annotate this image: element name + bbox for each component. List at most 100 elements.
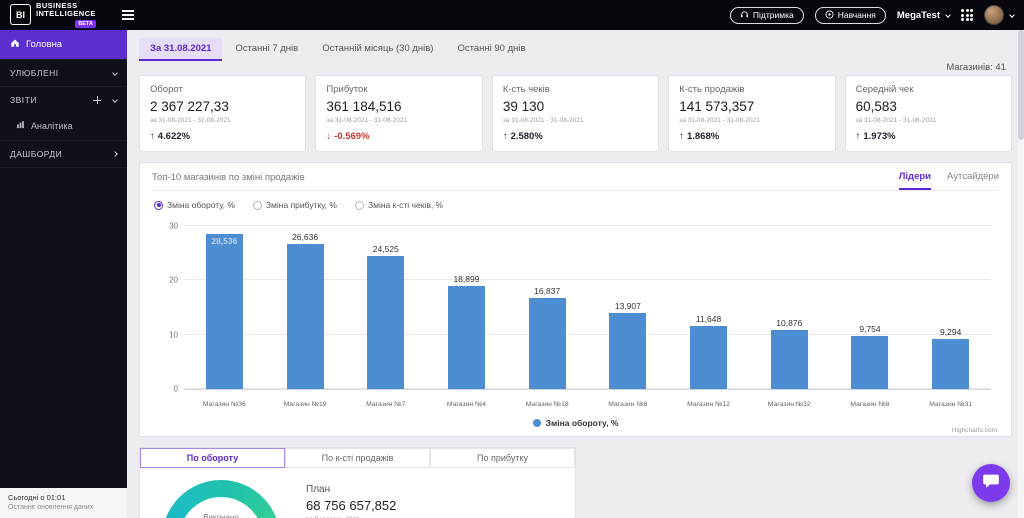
category-label: Магазин №31 xyxy=(910,401,991,408)
date-filter-tab-0[interactable]: За 31.08.2021 xyxy=(139,38,222,61)
category-label: Магазин №12 xyxy=(668,401,749,408)
radio-label: Зміна прибутку, % xyxy=(266,200,337,210)
chevron-down-icon xyxy=(1009,12,1015,18)
logo-line2: INTELLIGENCE xyxy=(36,10,96,18)
bar-0[interactable] xyxy=(206,234,243,389)
sidebar-item-analytics[interactable]: Аналітика xyxy=(0,113,127,141)
apps-grid-icon[interactable] xyxy=(961,9,973,21)
category-label: Магазин №32 xyxy=(749,401,830,408)
plan-tab-0[interactable]: По обороту xyxy=(140,448,285,468)
date-filter-tab-3[interactable]: Останні 90 днів xyxy=(446,38,536,61)
sidebar-item-favorites[interactable]: УЛЮБЛЕНІ xyxy=(0,60,127,87)
sidebar-item-home[interactable]: Головна xyxy=(0,30,127,60)
chevron-down-icon xyxy=(112,97,118,103)
tab-outsiders[interactable]: Аутсайдери xyxy=(947,171,999,190)
kpi-card-2: К-сть чеків39 130за 31-08-2021 - 31-08-2… xyxy=(492,75,659,152)
support-label: Підтримка xyxy=(753,10,794,20)
bar-slot: 18,899 xyxy=(426,226,507,389)
chat-button[interactable] xyxy=(972,464,1010,502)
radio-label: Зміна обороту, % xyxy=(167,200,235,210)
sidebar-item-reports[interactable]: ЗВІТИ xyxy=(0,87,127,113)
bar-value-label: 9,754 xyxy=(859,324,880,334)
hamburger-icon[interactable] xyxy=(122,10,134,20)
radio-icon xyxy=(154,201,163,210)
chevron-down-icon xyxy=(945,12,951,18)
trend-up-icon: ↑ xyxy=(856,131,861,142)
bar-slot: 9,754 xyxy=(830,226,911,389)
kpi-delta-value: 2.580% xyxy=(511,131,543,142)
kpi-period: за 31-08-2021 - 31-08-2021 xyxy=(679,117,824,124)
plan-card: По оборотуПо к-сті продажівПо прибутку В… xyxy=(139,447,576,518)
kpi-delta: ↑4.622% xyxy=(150,131,295,142)
kpi-delta: ↑1.868% xyxy=(679,131,824,142)
kpi-value: 361 184,516 xyxy=(326,99,471,114)
bar-6[interactable] xyxy=(690,326,727,389)
category-label: Магазин №18 xyxy=(507,401,588,408)
chevron-down-icon xyxy=(112,70,118,76)
analytics-icon xyxy=(16,120,25,131)
support-icon xyxy=(740,10,749,21)
profile-menu[interactable] xyxy=(984,5,1014,25)
sidebar: Головна УЛЮБЛЕНІ ЗВІТИ Аналітика ДАШБОРД… xyxy=(0,30,127,518)
bar-slot: 9,294 xyxy=(910,226,991,389)
radio-icon xyxy=(253,201,262,210)
tab-leaders[interactable]: Лідери xyxy=(899,171,931,190)
plan-donut-chart: Виконано xyxy=(162,480,280,518)
sidebar-item-dashboards[interactable]: ДАШБОРДИ xyxy=(0,141,127,168)
bar-chart: 28,53626,63624,52518,89916,83713,90711,6… xyxy=(152,214,999,434)
sidebar-item-label: Аналітика xyxy=(31,121,73,131)
bar-7[interactable] xyxy=(771,330,808,389)
chat-icon xyxy=(982,472,1000,495)
chart-legend[interactable]: Зміна обороту, % xyxy=(152,418,999,428)
bar-3[interactable] xyxy=(448,286,485,389)
plot-area: 28,53626,63624,52518,89916,83713,90711,6… xyxy=(184,226,991,390)
bar-slot: 13,907 xyxy=(588,226,669,389)
bars: 28,53626,63624,52518,89916,83713,90711,6… xyxy=(184,226,991,389)
bar-8[interactable] xyxy=(851,336,888,389)
chart-tabs: Лідери Аутсайдери xyxy=(899,171,999,190)
sidebar-item-label: Головна xyxy=(26,39,117,50)
metric-radio-1[interactable]: Зміна прибутку, % xyxy=(253,200,337,210)
training-button[interactable]: Навчання xyxy=(815,7,886,24)
kpi-title: К-сть продажів xyxy=(679,84,824,95)
date-filter-tab-2[interactable]: Останній місяць (30 днів) xyxy=(311,38,444,61)
category-labels: Магазин №36Магазин №19Магазин №7Магазин … xyxy=(184,401,991,408)
kpi-delta-value: -0.569% xyxy=(334,131,369,142)
bar-5[interactable] xyxy=(609,313,646,389)
bar-9[interactable] xyxy=(932,339,969,389)
kpi-value: 60,583 xyxy=(856,99,1001,114)
date-filter-tab-1[interactable]: Останні 7 днів xyxy=(224,38,309,61)
account-menu[interactable]: MegaTest xyxy=(897,10,950,21)
plan-tab-2[interactable]: По прибутку xyxy=(430,448,575,468)
bar-1[interactable] xyxy=(287,244,324,389)
bar-slot: 28,536 xyxy=(184,226,265,389)
highcharts-credit[interactable]: Highcharts.com xyxy=(952,427,997,434)
support-button[interactable]: Підтримка xyxy=(730,7,804,24)
metric-radio-2[interactable]: Зміна к-сті чеків, % xyxy=(355,200,443,210)
kpi-value: 141 573,357 xyxy=(679,99,824,114)
plan-tab-1[interactable]: По к-сті продажів xyxy=(285,448,430,468)
category-label: Магазин №36 xyxy=(184,401,265,408)
metric-radio-0[interactable]: Зміна обороту, % xyxy=(154,200,235,210)
category-label: Магазин №19 xyxy=(265,401,346,408)
kpi-title: К-сть чеків xyxy=(503,84,648,95)
home-icon xyxy=(10,38,20,51)
scrollbar[interactable] xyxy=(1018,30,1024,518)
bar-value-label: 26,636 xyxy=(292,232,318,242)
plan-value: 68 756 657,852 xyxy=(306,498,396,513)
trend-up-icon: ↑ xyxy=(679,131,684,142)
y-axis-label: 20 xyxy=(169,276,178,285)
sidebar-item-label: ДАШБОРДИ xyxy=(10,149,105,159)
topbar: BI BUSINESS INTELLIGENCE BETA Підтримка … xyxy=(0,0,1024,30)
kpi-delta: ↓-0.569% xyxy=(326,131,471,142)
add-report-icon[interactable] xyxy=(93,96,101,104)
trend-up-icon: ↑ xyxy=(503,131,508,142)
kpi-delta-value: 4.622% xyxy=(158,131,190,142)
bar-4[interactable] xyxy=(529,298,566,389)
plan-tabs: По оборотуПо к-сті продажівПо прибутку xyxy=(140,448,575,468)
legend-marker xyxy=(533,419,541,427)
main-content: За 31.08.2021Останні 7 днівОстанній міся… xyxy=(127,30,1024,518)
category-label: Магазин №4 xyxy=(426,401,507,408)
bar-2[interactable] xyxy=(367,256,404,389)
avatar xyxy=(984,5,1004,25)
